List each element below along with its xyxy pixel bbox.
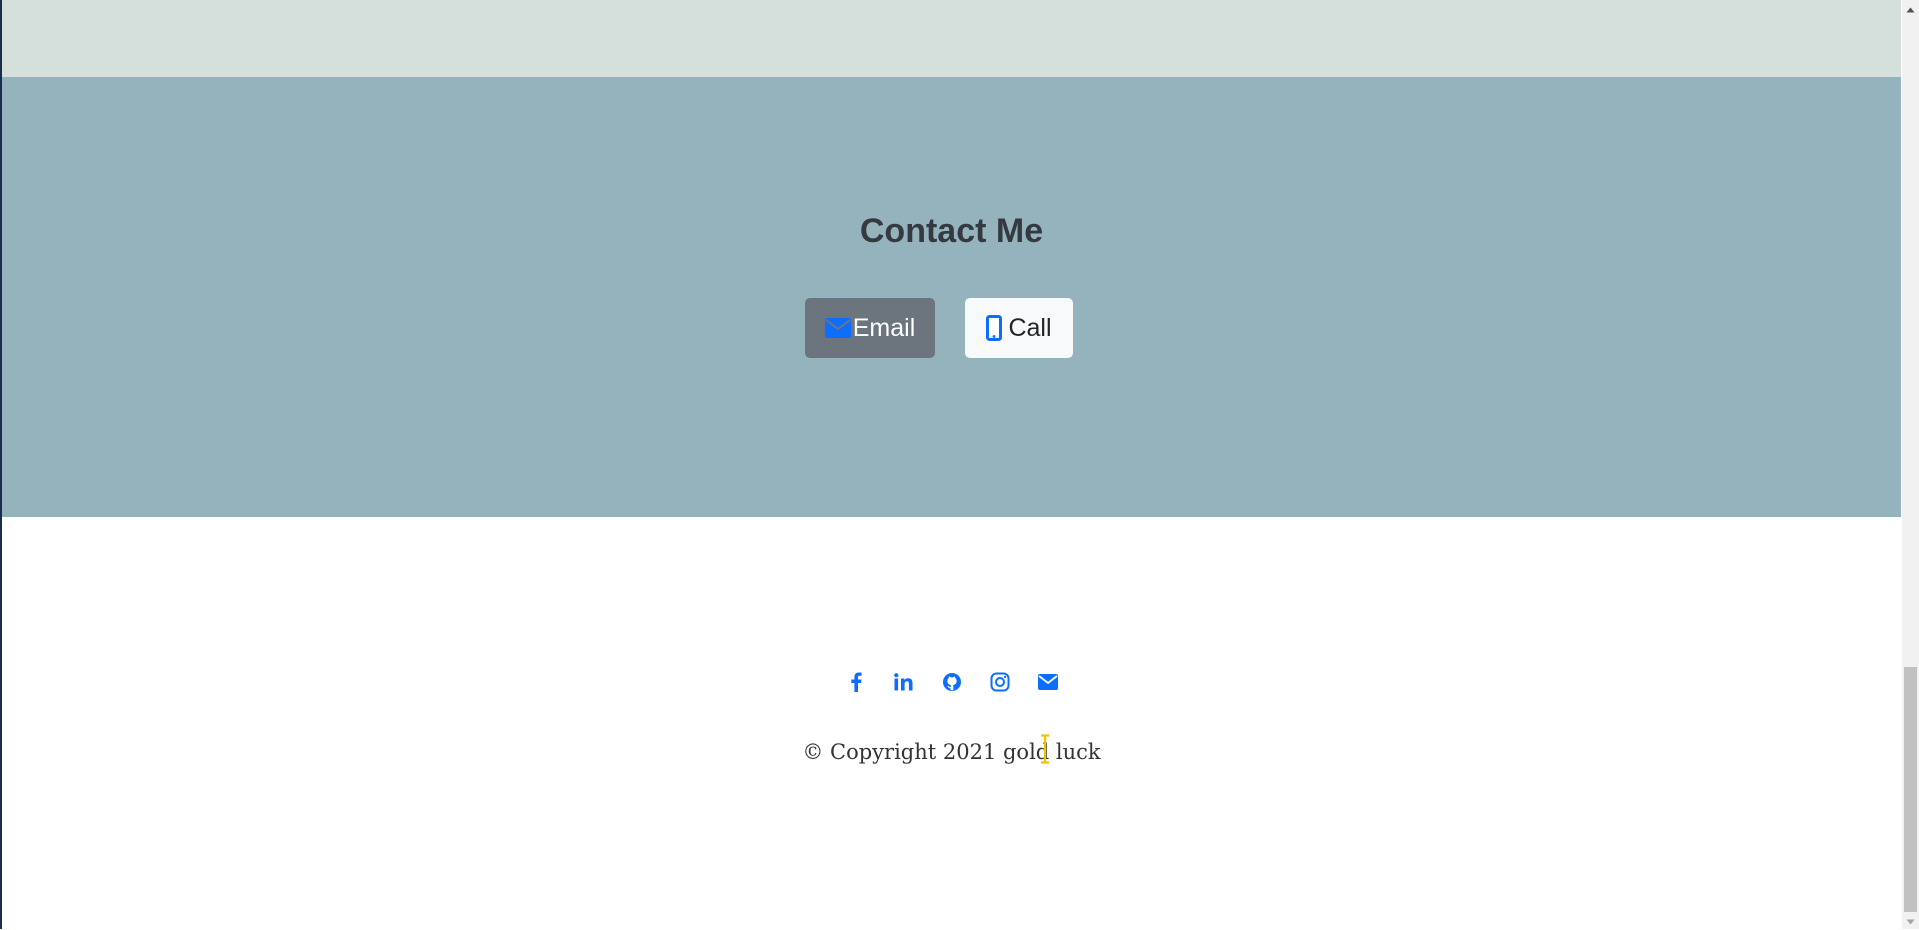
contact-section: Contact Me Email Call [2, 77, 1901, 517]
envelope-icon [1037, 673, 1058, 695]
scroll-down-arrow[interactable] [1902, 912, 1919, 929]
text-cursor-icon [1040, 734, 1050, 764]
instagram-link[interactable] [988, 672, 1012, 696]
social-links [2, 672, 1901, 696]
linkedin-icon [893, 672, 914, 696]
contact-title: Contact Me [859, 212, 1044, 250]
scroll-up-arrow[interactable] [1902, 0, 1919, 17]
email-link[interactable] [1036, 672, 1060, 696]
facebook-link[interactable] [844, 672, 868, 696]
email-button[interactable]: Email [805, 298, 935, 358]
copyright-text: © Copyright 2021 gold luck [802, 740, 1101, 764]
scrollbar-thumb[interactable] [1904, 667, 1917, 912]
email-button-label: Email [852, 313, 916, 342]
mobile-phone-icon [986, 315, 1003, 341]
previous-section-band [2, 0, 1901, 77]
facebook-icon [850, 672, 862, 697]
github-link[interactable] [940, 672, 964, 696]
instagram-icon [990, 672, 1010, 697]
call-button-label: Call [1008, 313, 1052, 342]
triangle-up-icon [1906, 0, 1915, 18]
linkedin-link[interactable] [892, 672, 916, 696]
github-icon [942, 672, 962, 697]
call-button[interactable]: Call [965, 298, 1073, 358]
triangle-down-icon [1906, 912, 1915, 930]
page: Contact Me Email Call © Copyright 2021 g… [2, 0, 1901, 929]
vertical-scrollbar[interactable] [1902, 0, 1919, 929]
envelope-icon [824, 318, 851, 338]
